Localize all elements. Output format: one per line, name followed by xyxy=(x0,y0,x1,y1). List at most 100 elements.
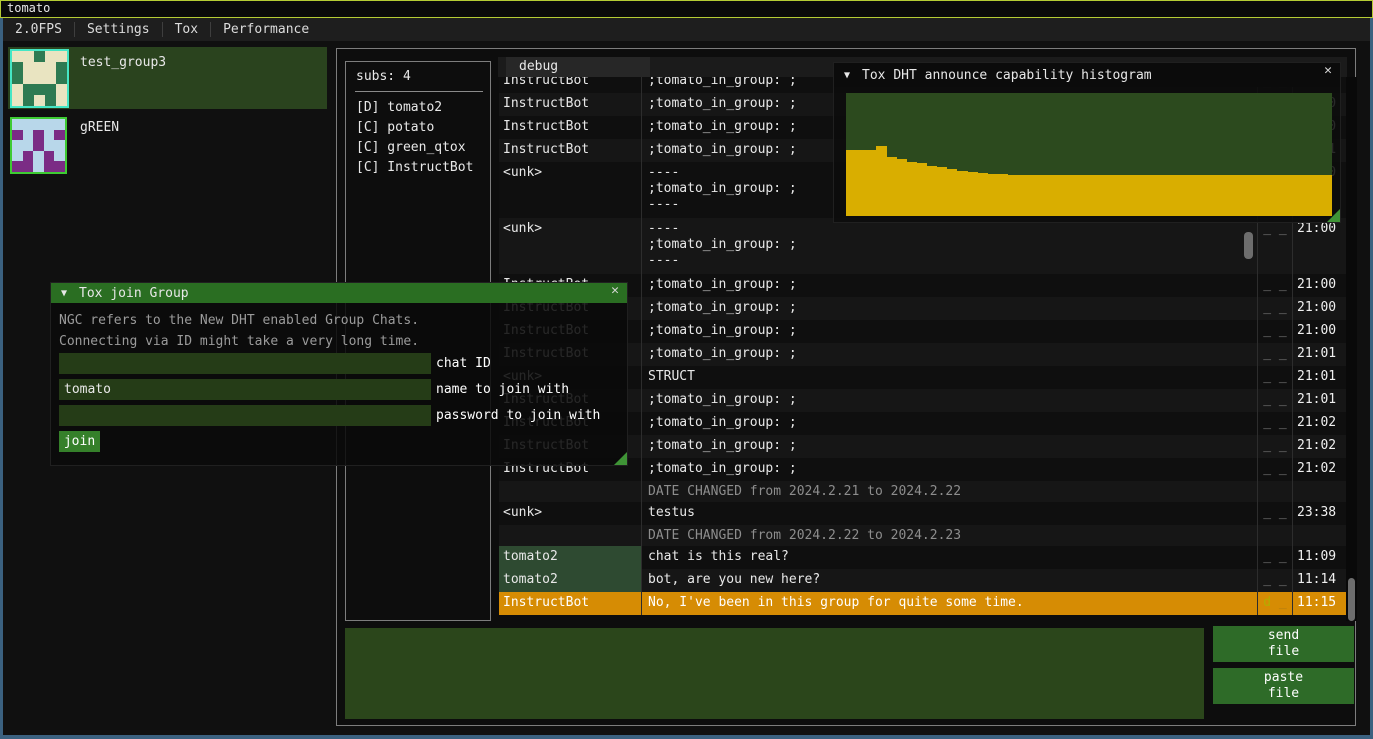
avatar-pixel xyxy=(54,130,65,141)
window-border-left xyxy=(0,18,3,739)
collapse-icon[interactable]: ▼ xyxy=(844,70,850,81)
histogram-bar xyxy=(1292,175,1302,216)
avatar-pixel xyxy=(56,95,67,106)
histogram-bar xyxy=(968,172,978,216)
join-group-body: NGC refers to the New DHT enabled Group … xyxy=(51,303,627,465)
message-column-scrollbar-thumb[interactable] xyxy=(1244,232,1253,259)
message-flags: _ _ xyxy=(1257,297,1292,320)
sender-name: InstructBot xyxy=(499,77,641,93)
subs-count-label: subs: 4 xyxy=(356,69,411,84)
avatar-pixel xyxy=(12,84,23,95)
histogram-bar xyxy=(1089,175,1099,216)
message-row[interactable]: tomato2bot, are you new here?_ _11:14 xyxy=(499,569,1346,592)
send-file-button[interactable]: send file xyxy=(1213,626,1354,662)
menu-item-settings[interactable]: Settings xyxy=(75,18,162,41)
group-item-test_group3[interactable]: test_group3 xyxy=(8,47,327,109)
join-password-input[interactable] xyxy=(59,405,431,426)
message-time: 23:38 xyxy=(1292,502,1346,525)
join-description-line1: NGC refers to the New DHT enabled Group … xyxy=(59,313,419,328)
member-item[interactable]: [C] green_qtox xyxy=(356,138,486,158)
avatar-pixel xyxy=(33,119,44,130)
message-row[interactable]: <unk>testus_ _23:38 xyxy=(499,502,1346,525)
join-button[interactable]: join xyxy=(59,431,100,452)
histogram-bar xyxy=(866,150,876,216)
window-titlebar[interactable]: tomato xyxy=(0,0,1373,18)
message-time: 11:09 xyxy=(1292,546,1346,569)
message-flags xyxy=(1257,525,1292,546)
avatar-pixel xyxy=(23,140,34,151)
message-flags: _ _ xyxy=(1257,320,1292,343)
avatar-pixel xyxy=(56,73,67,84)
avatar-pixel xyxy=(12,130,23,141)
avatar-pixel xyxy=(23,73,34,84)
join-password-label: password to join with xyxy=(436,408,600,423)
histogram-bar xyxy=(1231,175,1241,216)
dht-histogram-window: ▼ Tox DHT announce capability histogram … xyxy=(833,62,1341,223)
message-input[interactable] xyxy=(345,628,1204,719)
message-text: ;tomato_in_group: ; xyxy=(641,458,1257,481)
histogram-bar xyxy=(1211,175,1221,216)
join-name-label: name to join with xyxy=(436,382,569,397)
histogram-bar xyxy=(1281,175,1291,216)
resize-grip[interactable] xyxy=(1327,209,1340,222)
avatar-pixel xyxy=(12,95,23,106)
histogram-bar xyxy=(917,163,927,216)
member-item[interactable]: [D] tomato2 xyxy=(356,98,486,118)
message-text: No, I've been in this group for quite so… xyxy=(641,592,1257,615)
message-flags: _ _ xyxy=(1257,546,1292,569)
histogram-bar xyxy=(1018,175,1028,216)
message-text: ;tomato_in_group: ; xyxy=(641,435,1257,458)
message-text: ---- ;tomato_in_group: ; ---- xyxy=(641,218,1257,274)
message-flags: _ _ xyxy=(1257,343,1292,366)
join-name-input[interactable] xyxy=(59,379,431,400)
dht-histogram-titlebar[interactable]: ▼ Tox DHT announce capability histogram … xyxy=(834,63,1340,87)
paste-file-button[interactable]: paste file xyxy=(1213,668,1354,704)
message-flags: _ _ xyxy=(1257,274,1292,297)
message-flags: _ _ xyxy=(1257,412,1292,435)
message-row[interactable]: DATE CHANGED from 2024.2.21 to 2024.2.22 xyxy=(499,481,1346,502)
avatar-pixel xyxy=(34,62,45,73)
histogram-bar xyxy=(1038,175,1048,216)
collapse-icon[interactable]: ▼ xyxy=(61,288,67,299)
message-time: 21:02 xyxy=(1292,412,1346,435)
avatar-pixel xyxy=(33,151,44,162)
sender-name: InstructBot xyxy=(499,139,641,162)
message-row[interactable]: InstructBotNo, I've been in this group f… xyxy=(499,592,1346,615)
avatar-pixel xyxy=(45,62,56,73)
chat-scrollbar-thumb[interactable] xyxy=(1348,578,1355,621)
join-group-window: ▼ Tox join Group ✕ NGC refers to the New… xyxy=(50,282,628,466)
histogram-bar xyxy=(887,157,897,216)
avatar-pixel xyxy=(12,140,23,151)
chat-id-input[interactable] xyxy=(59,353,431,374)
close-icon[interactable]: ✕ xyxy=(1324,63,1332,78)
window-title-text: Tox join Group xyxy=(79,286,189,301)
message-row[interactable]: DATE CHANGED from 2024.2.22 to 2024.2.23 xyxy=(499,525,1346,546)
resize-grip[interactable] xyxy=(614,452,627,465)
message-row[interactable]: tomato2chat is this real?_ _11:09 xyxy=(499,546,1346,569)
close-icon[interactable]: ✕ xyxy=(611,283,619,298)
message-text: ;tomato_in_group: ; xyxy=(641,297,1257,320)
avatar-pixel xyxy=(54,140,65,151)
avatar-pixel xyxy=(44,151,55,162)
histogram-bar xyxy=(927,166,937,216)
member-item[interactable]: [C] potato xyxy=(356,118,486,138)
avatar-pixel xyxy=(54,119,65,130)
message-text: chat is this real? xyxy=(641,546,1257,569)
group-item-green[interactable]: gREEN xyxy=(8,115,327,172)
chat-scrollbar-track[interactable] xyxy=(1346,77,1357,621)
message-flags: _ _ xyxy=(1257,366,1292,389)
join-group-titlebar[interactable]: ▼ Tox join Group ✕ xyxy=(51,283,627,303)
menu-item-tox[interactable]: Tox xyxy=(163,18,210,41)
tab-debug[interactable]: debug xyxy=(506,57,650,77)
avatar-pixel xyxy=(44,140,55,151)
avatar-pixel xyxy=(12,151,23,162)
member-item[interactable]: [C] InstructBot xyxy=(356,158,486,178)
message-row[interactable]: <unk>---- ;tomato_in_group: ; ----_ _21:… xyxy=(499,218,1346,274)
menu-item-performance[interactable]: Performance xyxy=(211,18,321,41)
avatar-pixel xyxy=(44,130,55,141)
message-text: STRUCT xyxy=(641,366,1257,389)
avatar-pixel xyxy=(54,161,65,172)
histogram-bar xyxy=(1109,175,1119,216)
avatar-pixel xyxy=(56,51,67,62)
avatar-pixel xyxy=(45,73,56,84)
